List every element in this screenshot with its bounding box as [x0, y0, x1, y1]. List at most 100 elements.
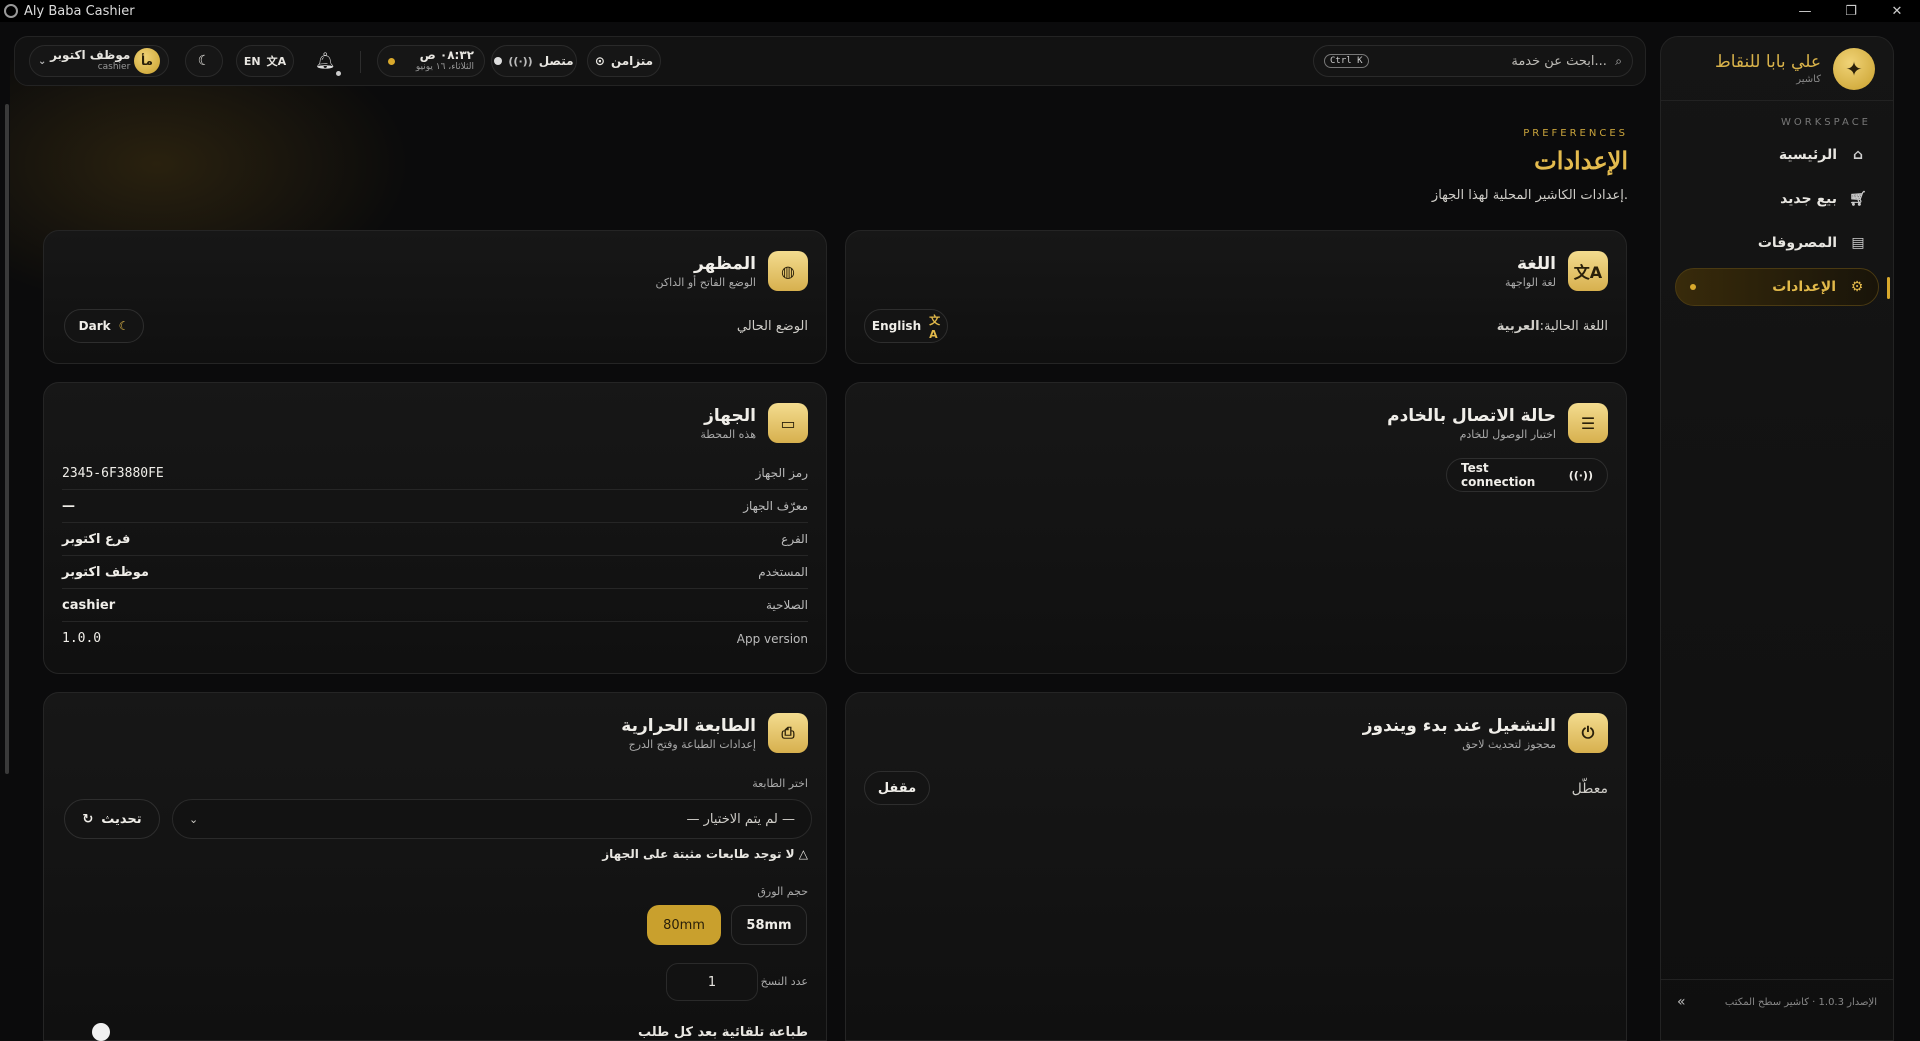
- printer-card: الطابعة الحرارية إعدادات الطباعة وفتح ال…: [43, 692, 827, 1041]
- minimize-button[interactable]: —: [1782, 0, 1828, 22]
- power-icon: ⏻: [1568, 713, 1608, 753]
- current-language: اللغة الحالية:العربية: [1497, 319, 1608, 334]
- wifi-icon: ((·)): [1568, 468, 1593, 482]
- active-indicator: [1887, 277, 1890, 299]
- card-subtitle: الوضع الفاتح أو الداكن: [655, 275, 756, 289]
- brand: علي بابا للنقاط كاشير ✦: [1661, 37, 1893, 101]
- collapse-sidebar-button[interactable]: «: [1677, 994, 1686, 1010]
- translate-icon: 文A: [929, 313, 941, 341]
- theme-mode-button[interactable]: Dark ☾: [64, 309, 144, 343]
- auto-print-toggle[interactable]: [92, 1023, 110, 1041]
- chevron-down-icon: ⌄: [38, 55, 47, 67]
- test-connection-button[interactable]: Test connection ((·)): [1446, 458, 1608, 492]
- version-text: الإصدار 1.0.3 · كاشير سطح المكتب: [1724, 996, 1877, 1008]
- connection-status-badge: ((·)) متصل: [491, 45, 577, 77]
- warning-icon: △: [798, 847, 808, 861]
- current-language-value: العربية: [1496, 319, 1540, 334]
- window-title-text: Aly Baba Cashier: [24, 3, 135, 19]
- active-dot: [1690, 284, 1696, 290]
- user-menu[interactable]: ⌄ موظف اكتوبر cashier مأ: [29, 45, 169, 77]
- palette-icon: ◍: [768, 251, 808, 291]
- sidebar-item-expenses[interactable]: المصروفات ▤: [1675, 224, 1879, 262]
- close-button[interactable]: ✕: [1874, 0, 1920, 22]
- card-title: المظهر: [694, 253, 756, 274]
- paper-80mm-option[interactable]: 80mm: [647, 905, 721, 945]
- wifi-icon: ((·)): [508, 54, 533, 68]
- button-label: Dark: [78, 319, 111, 333]
- paper-58mm-option[interactable]: 58mm: [731, 905, 807, 945]
- startup-status-label: معطّل: [1571, 781, 1608, 797]
- device-id-value: —: [62, 498, 75, 514]
- sidebar-item-label: الإعدادات: [1772, 279, 1836, 295]
- sidebar-item-label: الرئيسية: [1778, 147, 1837, 163]
- device-info-row: 2345-6F3880FE رمز الجهاز: [62, 457, 808, 490]
- search-input[interactable]: [1376, 53, 1607, 69]
- avatar: مأ: [133, 48, 160, 74]
- copies-input[interactable]: [666, 963, 758, 1001]
- user-label: المستخدم: [758, 565, 808, 579]
- sidebar-item-label: بيع جديد: [1780, 191, 1837, 207]
- theme-toggle-button[interactable]: ☾: [185, 45, 223, 77]
- printer-select-label: اختر الطابعة: [752, 777, 808, 790]
- card-title: اللغة: [1516, 253, 1556, 274]
- sidebar-item-home[interactable]: الرئيسية ⌂: [1675, 136, 1879, 174]
- branch-label: الفرع: [781, 532, 808, 546]
- device-info-row: 1.0.0 App version: [62, 622, 808, 655]
- printer-select-value: — لم يتم الاختيار —: [686, 811, 796, 827]
- button-label: English: [871, 319, 922, 333]
- sidebar-item-settings[interactable]: الإعدادات ⚙: [1675, 268, 1890, 306]
- receipt-icon: ▤: [1851, 235, 1865, 251]
- home-icon: ⌂: [1852, 147, 1864, 163]
- top-header: ⌄ موظف اكتوبر cashier مأ ☾ EN 文A 🔔︎ ٠٨:٣…: [14, 36, 1646, 86]
- brand-name: علي بابا للنقاط: [1714, 52, 1821, 72]
- device-info-row: موظف اكتوبر المستخدم: [62, 556, 808, 589]
- devices-icon: ▭: [768, 403, 808, 443]
- server-status-card: حالة الاتصال بالخادم اختبار الوصول للخاد…: [845, 382, 1627, 674]
- language-card: اللغة لغة الواجهة 文A اللغة الحالية:العرب…: [845, 230, 1627, 364]
- locked-button[interactable]: مقفل: [864, 771, 930, 805]
- search-box[interactable]: Ctrl K ⌕: [1313, 45, 1633, 77]
- chevron-down-icon: ⌄: [189, 812, 199, 826]
- translate-icon: 文A: [266, 55, 287, 68]
- sparkle-logo-icon: ✦: [1833, 47, 1875, 90]
- sidebar-item-new-sale[interactable]: بيع جديد 🛒︎: [1675, 180, 1879, 218]
- page-subtitle: إعدادات الكاشير المحلية لهذا الجهاز.: [1431, 188, 1628, 203]
- button-label: Test connection: [1461, 461, 1536, 489]
- role-value: cashier: [62, 597, 116, 613]
- language-toggle-button[interactable]: EN 文A: [236, 45, 294, 77]
- current-language-label: اللغة الحالية:: [1539, 319, 1608, 334]
- cart-icon: 🛒︎: [1849, 191, 1867, 207]
- gear-icon: ⚙: [1850, 279, 1864, 295]
- branch-value: فرع اكتوبر: [62, 531, 131, 547]
- button-label: تحديث: [101, 811, 142, 827]
- refresh-printers-button[interactable]: ↻ تحديث: [64, 799, 160, 839]
- card-subtitle: محجوز لتحديث لاحق: [1462, 737, 1556, 751]
- card-title: التشغيل عند بدء ويندوز: [1362, 715, 1556, 736]
- clock-date: الثلاثاء، ١٦ يونيو: [415, 61, 474, 72]
- user-value: موظف اكتوبر: [62, 564, 149, 580]
- device-info-row: cashier الصلاحية: [62, 589, 808, 622]
- device-info-row: — معرّف الجهاز: [62, 490, 808, 523]
- header-divider: [360, 51, 361, 73]
- auto-print-label: طباعة تلقائية بعد كل طلب: [637, 1025, 808, 1040]
- card-subtitle: اختبار الوصول للخادم: [1459, 427, 1556, 441]
- language-code: EN: [243, 54, 261, 68]
- restore-button[interactable]: ❐: [1828, 0, 1874, 22]
- device-code-label: رمز الجهاز: [755, 466, 808, 480]
- connection-label: متصل: [538, 54, 574, 68]
- card-subtitle: لغة الواجهة: [1505, 275, 1556, 289]
- bell-icon[interactable]: 🔔︎: [315, 51, 335, 70]
- scrollbar[interactable]: [5, 104, 9, 774]
- switch-language-button[interactable]: English 文A: [864, 309, 948, 343]
- sidebar: علي بابا للنقاط كاشير ✦ WORKSPACE الرئيس…: [1660, 36, 1894, 1041]
- window-titlebar: Aly Baba Cashier — ❐ ✕: [0, 0, 1920, 22]
- user-role: cashier: [97, 61, 131, 72]
- printer-warning: لا توجد طابعات مثبتة على الجهاز △: [602, 847, 808, 861]
- translate-icon: 文A: [1568, 251, 1608, 291]
- device-code-value: 2345-6F3880FE: [62, 465, 164, 481]
- card-title: حالة الاتصال بالخادم: [1387, 405, 1556, 426]
- printer-select[interactable]: ⌄ — لم يتم الاختيار —: [172, 799, 812, 839]
- search-icon: ⌕: [1615, 53, 1622, 68]
- printer-icon: ⎙: [768, 713, 808, 753]
- card-subtitle: هذه المحطة: [700, 427, 756, 441]
